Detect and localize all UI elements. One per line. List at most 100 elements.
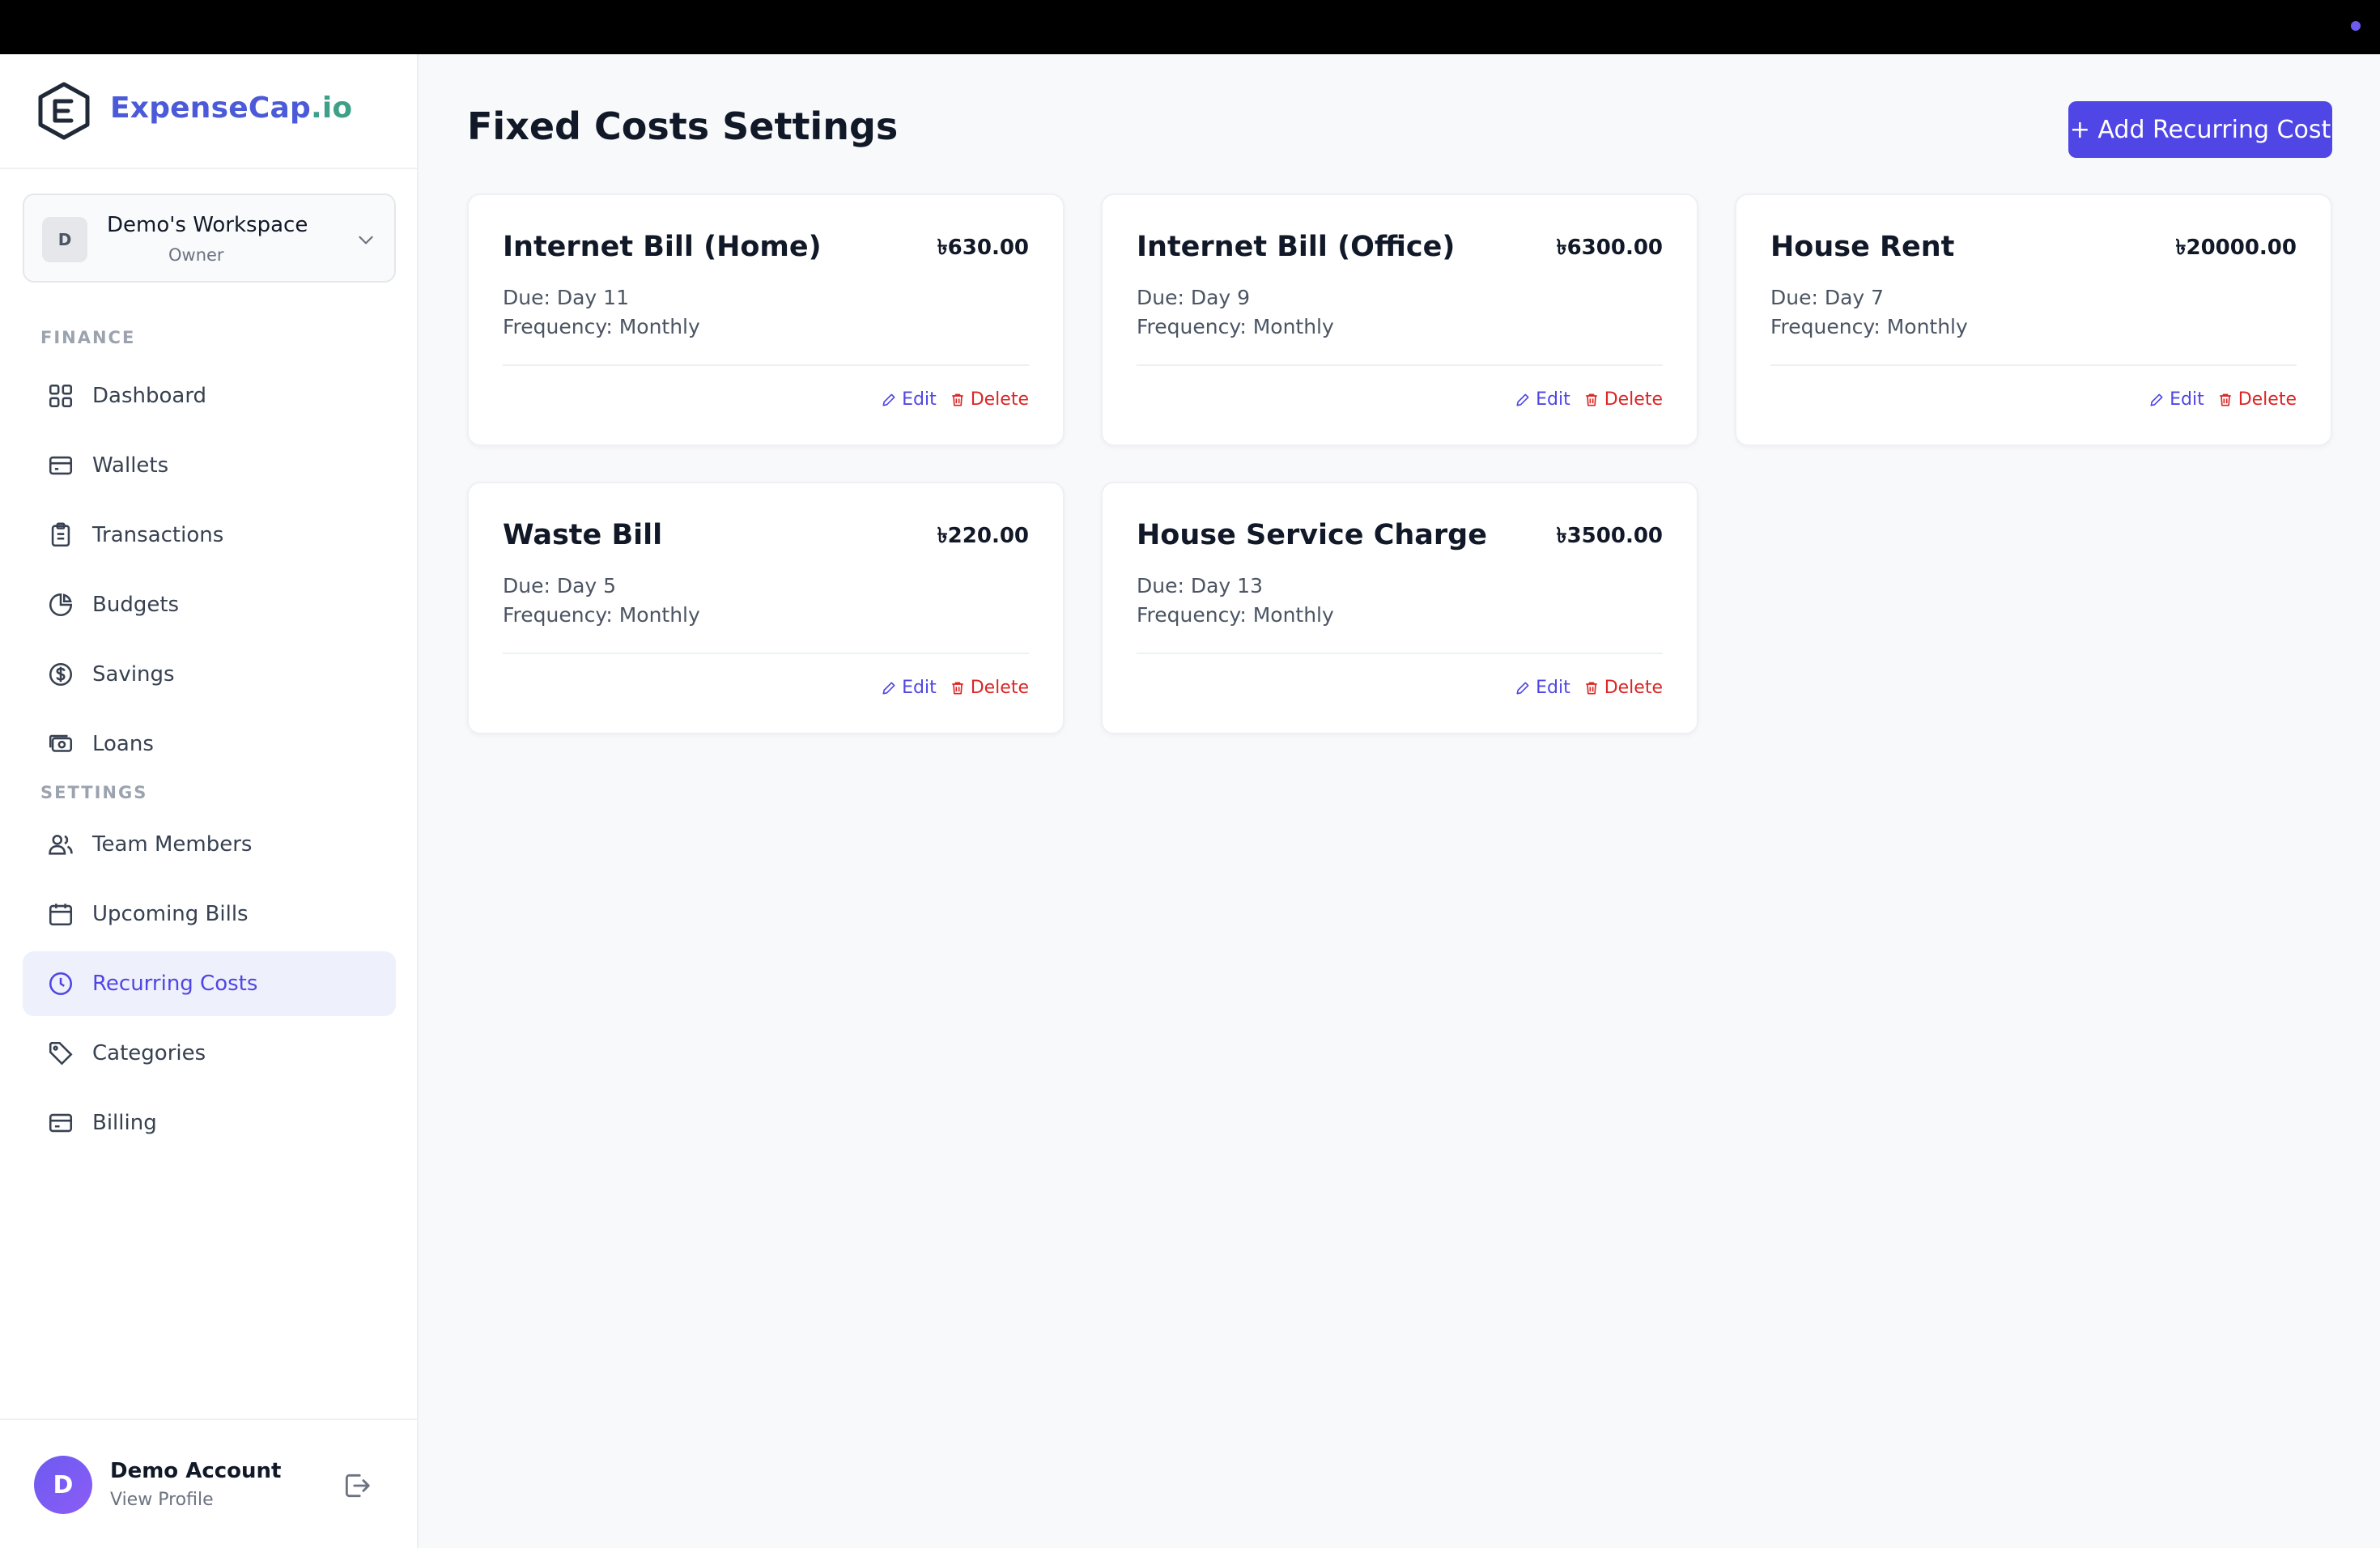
delete-button[interactable]: Delete: [950, 678, 1029, 698]
sidebar-item-label: Budgets: [92, 593, 180, 617]
users-icon: [49, 835, 73, 855]
pencil-icon: [882, 682, 895, 694]
sidebar-item-label: Recurring Costs: [92, 972, 258, 996]
delete-label: Delete: [970, 389, 1029, 410]
card-due: Due: Day 11: [503, 286, 629, 309]
sidebar-item-team-members[interactable]: Team Members: [23, 812, 396, 877]
wallet-icon: [49, 456, 73, 475]
card-divider: [1770, 364, 2297, 366]
workspace-role: Owner: [168, 245, 224, 265]
card-frequency: Frequency: Monthly: [1770, 315, 1968, 338]
card-amount: ৳220.00: [937, 524, 1029, 548]
delete-button[interactable]: Delete: [1583, 678, 1663, 698]
sidebar-item-wallets[interactable]: Wallets: [23, 433, 396, 498]
edit-label: Edit: [1536, 678, 1570, 698]
logo-icon: [38, 82, 90, 140]
card-actions: Edit Delete: [881, 389, 1029, 410]
sidebar-item-transactions[interactable]: Transactions: [23, 503, 396, 568]
card-actions: Edit Delete: [2148, 389, 2297, 410]
trash-icon: [2220, 393, 2231, 406]
edit-label: Edit: [1536, 389, 1570, 410]
clipboard-icon: [51, 522, 70, 547]
workspace-switcher[interactable]: D Demo's Workspace Owner: [23, 194, 396, 283]
card-frequency: Frequency: Monthly: [503, 315, 700, 338]
dollar-circle-icon: [49, 662, 73, 687]
recurring-cost-card: Internet Bill (Office) ৳6300.00 Due: Day…: [1101, 194, 1698, 446]
delete-label: Delete: [1604, 678, 1663, 698]
card-frequency: Frequency: Monthly: [1137, 603, 1334, 627]
brand-name-suffix: .io: [310, 91, 353, 125]
sidebar-item-label: Transactions: [92, 523, 224, 547]
card-due: Due: Day 13: [1137, 574, 1263, 598]
card-title: House Rent: [1770, 231, 1955, 263]
sidebar-item-billing[interactable]: Billing: [23, 1091, 396, 1155]
card-actions: Edit Delete: [881, 678, 1029, 698]
delete-button[interactable]: Delete: [950, 389, 1029, 410]
section-label-finance: FINANCE: [40, 328, 136, 347]
clock-icon: [49, 972, 73, 996]
trash-icon: [1586, 393, 1597, 406]
edit-label: Edit: [902, 389, 937, 410]
chevron-down-icon: [359, 236, 373, 245]
calendar-icon: [49, 904, 73, 926]
recurring-cost-card: House Rent ৳20000.00 Due: Day 7 Frequenc…: [1735, 194, 2332, 446]
sidebar-item-budgets[interactable]: Budgets: [23, 572, 396, 637]
delete-label: Delete: [2238, 389, 2297, 410]
card-actions: Edit Delete: [1515, 389, 1663, 410]
dashboard-icon: [49, 384, 73, 408]
card-amount: ৳630.00: [937, 236, 1029, 260]
edit-button[interactable]: Edit: [2148, 389, 2204, 410]
brand-name-main: ExpenseCap: [110, 91, 311, 125]
sidebar-item-label: Wallets: [92, 453, 169, 478]
delete-button[interactable]: Delete: [2217, 389, 2297, 410]
card-due: Due: Day 7: [1770, 286, 1885, 309]
card-title: Internet Bill (Home): [503, 231, 822, 263]
delete-button[interactable]: Delete: [1583, 389, 1663, 410]
card-title: Waste Bill: [503, 519, 663, 551]
recurring-cost-card: Waste Bill ৳220.00 Due: Day 5 Frequency:…: [467, 482, 1065, 734]
trash-icon: [952, 393, 963, 406]
sidebar-item-label: Team Members: [92, 832, 253, 857]
edit-button[interactable]: Edit: [1515, 678, 1570, 698]
delete-label: Delete: [1604, 389, 1663, 410]
sidebar-item-loans[interactable]: Loans: [23, 712, 396, 776]
trash-icon: [952, 682, 963, 694]
sidebar-item-dashboard[interactable]: Dashboard: [23, 364, 396, 428]
top-bar: [0, 0, 2380, 54]
add-recurring-cost-button[interactable]: + Add Recurring Cost: [2068, 101, 2332, 158]
edit-button[interactable]: Edit: [881, 389, 937, 410]
card-amount: ৳6300.00: [1556, 236, 1663, 260]
sidebar-item-upcoming-bills[interactable]: Upcoming Bills: [23, 882, 396, 946]
sidebar-item-categories[interactable]: Categories: [23, 1021, 396, 1086]
profile-section: D Demo Account View Profile: [0, 1418, 417, 1548]
pie-chart-icon: [49, 593, 73, 617]
credit-card-icon: [49, 1113, 73, 1133]
card-actions: Edit Delete: [1515, 678, 1663, 698]
card-divider: [503, 364, 1029, 366]
card-divider: [1137, 364, 1663, 366]
sidebar-item-recurring-costs[interactable]: Recurring Costs: [23, 951, 396, 1016]
sidebar-item-savings[interactable]: Savings: [23, 642, 396, 707]
pencil-icon: [882, 393, 895, 406]
sidebar-item-label: Loans: [92, 732, 154, 756]
pencil-icon: [2150, 393, 2163, 406]
brand-header: ExpenseCap.io: [0, 54, 417, 169]
avatar[interactable]: D: [34, 1456, 92, 1514]
recurring-cost-card: House Service Charge ৳3500.00 Due: Day 1…: [1101, 482, 1698, 734]
card-title: House Service Charge: [1137, 519, 1487, 551]
tag-icon: [49, 1041, 73, 1065]
pencil-icon: [1516, 682, 1529, 694]
edit-label: Edit: [2170, 389, 2204, 410]
main-content: Fixed Costs Settings + Add Recurring Cos…: [419, 54, 2380, 1548]
card-frequency: Frequency: Monthly: [503, 603, 700, 627]
edit-button[interactable]: Edit: [1515, 389, 1570, 410]
card-title: Internet Bill (Office): [1137, 231, 1456, 263]
delete-label: Delete: [970, 678, 1029, 698]
sidebar-item-label: Dashboard: [92, 384, 207, 408]
brand-name[interactable]: ExpenseCap.io: [110, 91, 352, 125]
sidebar-item-label: Categories: [92, 1041, 206, 1065]
view-profile-link[interactable]: View Profile: [110, 1490, 214, 1510]
edit-button[interactable]: Edit: [881, 678, 937, 698]
sidebar-item-label: Billing: [92, 1111, 157, 1135]
logout-icon[interactable]: [342, 1470, 372, 1501]
